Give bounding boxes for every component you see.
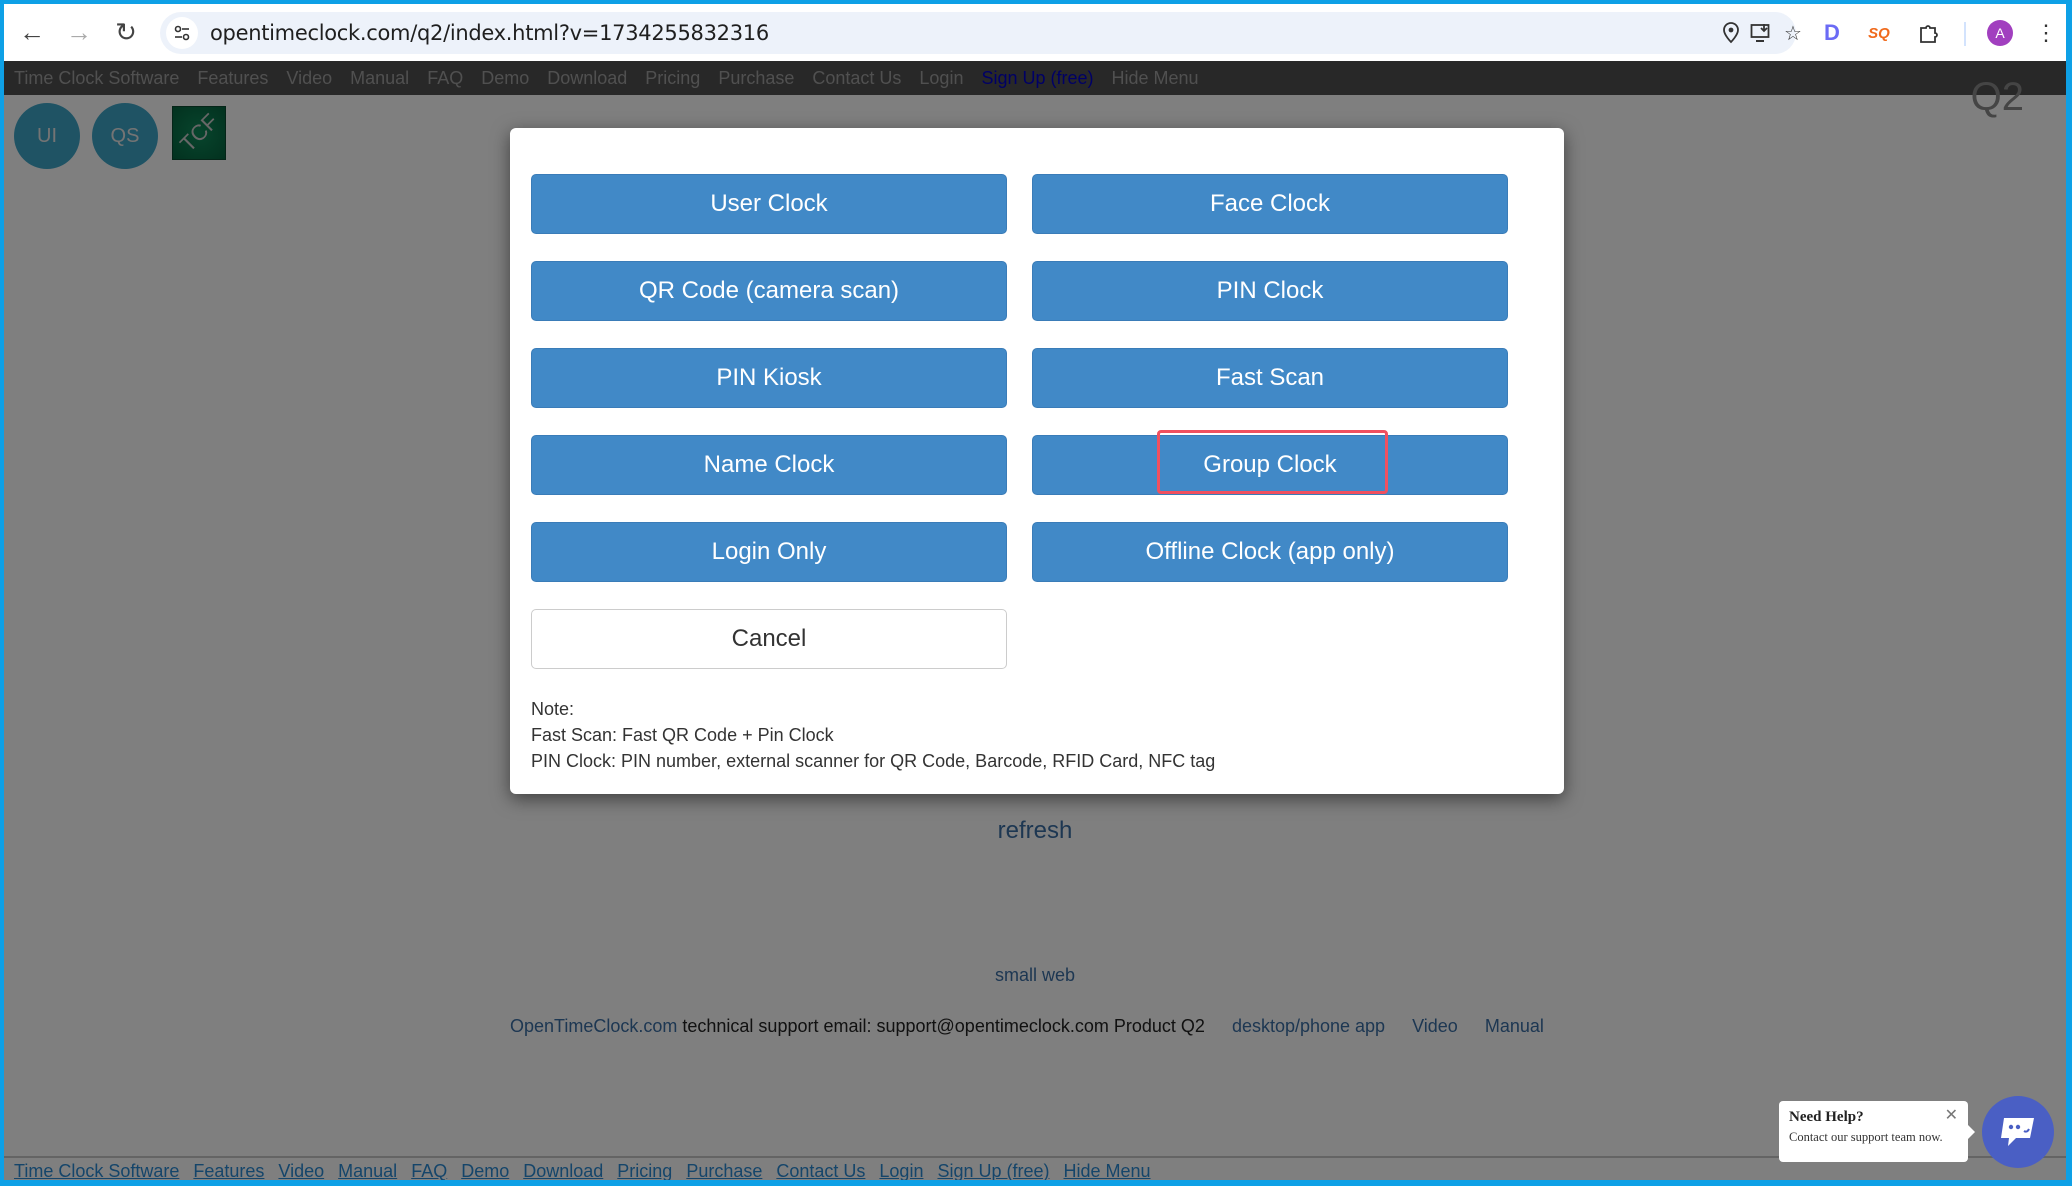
back-button[interactable]: ←	[14, 14, 50, 50]
arrow-right-icon: →	[66, 16, 92, 47]
tune-icon	[174, 25, 190, 41]
install-app-button[interactable]	[1746, 18, 1776, 48]
reload-icon: ↻	[115, 16, 137, 47]
note-pin-clock: PIN Clock: PIN number, external scanner …	[531, 751, 1216, 771]
address-bar[interactable]: opentimeclock.com/q2/index.html?v=173425…	[160, 12, 1802, 54]
page-content: Time Clock Software Features Video Manua…	[4, 61, 2066, 1180]
extension-sq-button[interactable]: SQ	[1864, 18, 1894, 48]
toolbar-separator	[1964, 22, 1966, 46]
group-clock-button[interactable]: Group Clock	[1032, 435, 1508, 495]
profile-avatar[interactable]: A	[1987, 20, 2013, 46]
extension-sq-icon: SQ	[1868, 24, 1890, 42]
face-clock-button[interactable]: Face Clock	[1032, 174, 1508, 234]
note-fast-scan: Fast Scan: Fast QR Code + Pin Clock	[531, 725, 834, 745]
pin-clock-button[interactable]: PIN Clock	[1032, 261, 1508, 321]
browser-menu-button[interactable]: ⋮	[2035, 18, 2057, 48]
help-title: Need Help?	[1789, 1109, 1864, 1125]
name-clock-button[interactable]: Name Clock	[531, 435, 1007, 495]
reload-button[interactable]: ↻	[108, 14, 144, 50]
install-desktop-icon	[1750, 24, 1770, 42]
location-pin-icon	[1723, 22, 1739, 44]
star-icon: ☆	[1784, 22, 1802, 45]
clock-type-modal: User Clock Face Clock QR Code (camera sc…	[510, 128, 1564, 794]
extensions-button[interactable]	[1914, 18, 1944, 48]
help-close-icon[interactable]: ✕	[1945, 1105, 1958, 1124]
fast-scan-button[interactable]: Fast Scan	[1032, 348, 1508, 408]
user-clock-button[interactable]: User Clock	[531, 174, 1007, 234]
note-heading: Note:	[531, 699, 575, 719]
extension-d-icon: D	[1824, 20, 1840, 45]
url-text[interactable]: opentimeclock.com/q2/index.html?v=173425…	[210, 21, 769, 45]
login-only-button[interactable]: Login Only	[531, 522, 1007, 582]
forward-button[interactable]: →	[61, 14, 97, 50]
qr-code-button[interactable]: QR Code (camera scan)	[531, 261, 1007, 321]
bookmark-button[interactable]: ☆	[1778, 18, 1808, 48]
more-vert-icon: ⋮	[2035, 20, 2057, 45]
arrow-left-icon: ←	[19, 16, 45, 47]
avatar-letter: A	[1995, 25, 2005, 41]
site-info-button[interactable]	[166, 17, 198, 49]
pin-kiosk-button[interactable]: PIN Kiosk	[531, 348, 1007, 408]
location-button[interactable]	[1716, 18, 1746, 48]
help-subtitle: Contact our support team now.	[1789, 1130, 1943, 1144]
chat-bubble-icon	[2001, 1118, 2034, 1146]
modal-note: Note: Fast Scan: Fast QR Code + Pin Cloc…	[531, 696, 1215, 774]
offline-clock-button[interactable]: Offline Clock (app only)	[1032, 522, 1508, 582]
puzzle-icon	[1920, 25, 1938, 43]
browser-toolbar: ← → ↻ opentimeclock.com/q2/index.html?v=…	[4, 4, 2066, 61]
extension-d-button[interactable]: D	[1817, 18, 1847, 48]
cancel-button[interactable]: Cancel	[531, 609, 1007, 669]
help-popup[interactable]: Need Help? Contact our support team now.…	[1779, 1101, 1975, 1162]
chat-button[interactable]	[1982, 1096, 2054, 1168]
